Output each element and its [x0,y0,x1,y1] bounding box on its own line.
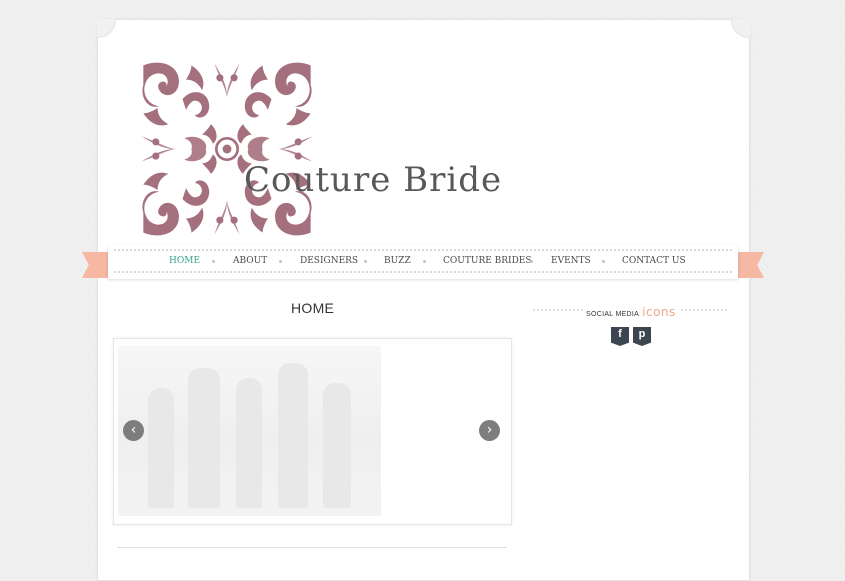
slide-figure [323,383,351,508]
nav-separator [212,260,215,263]
slider-prev-button[interactable]: ‹ [123,420,144,441]
ribbon-left-tail [82,252,110,278]
pinterest-icon[interactable]: p [633,327,651,346]
slider-next-button[interactable]: › [479,420,500,441]
page-corner-left [97,19,116,38]
nav-item-contact-us[interactable]: CONTACT US [622,256,686,266]
nav-separator [530,260,533,263]
nav-item-buzz[interactable]: BUZZ [384,256,411,266]
nav-dotted-border-top [114,249,732,251]
slide-figure [236,378,262,508]
nav-item-events[interactable]: EVENTS [551,256,591,266]
social-heading-big: icons [642,305,676,319]
nav-item-designers[interactable]: DESIGNERS [300,256,358,266]
nav-item-couture-brides[interactable]: COUTURE BRIDES [443,256,532,266]
nav-separator [423,260,426,263]
main-nav: HOME ABOUT DESIGNERS BUZZ COUTURE BRIDES… [108,245,738,279]
chevron-left-icon: ‹ [130,422,137,438]
slide-figure [148,388,174,508]
nav-dotted-border-bottom [114,271,732,273]
chevron-right-icon: › [486,422,493,438]
slide-figure [278,363,308,508]
content-divider [117,547,507,548]
social-heading: SOCIAL MEDIA icons [583,303,679,321]
social-heading-small: SOCIAL MEDIA [586,311,640,318]
facebook-icon[interactable]: f [611,327,629,346]
image-slider[interactable]: ‹ › [113,338,512,525]
ribbon-right-tail [736,252,764,278]
nav-separator [364,260,367,263]
page-corner-right [731,19,750,38]
nav-separator [602,260,605,263]
logo-damask-icon[interactable] [138,60,316,238]
slide-figure [188,368,220,508]
nav-item-about[interactable]: ABOUT [233,256,267,266]
brand-name[interactable]: Couture Bride [244,160,502,200]
page-title: HOME [291,300,335,316]
slide-image[interactable] [118,346,381,516]
nav-item-home[interactable]: HOME [169,256,200,266]
nav-separator [279,260,282,263]
